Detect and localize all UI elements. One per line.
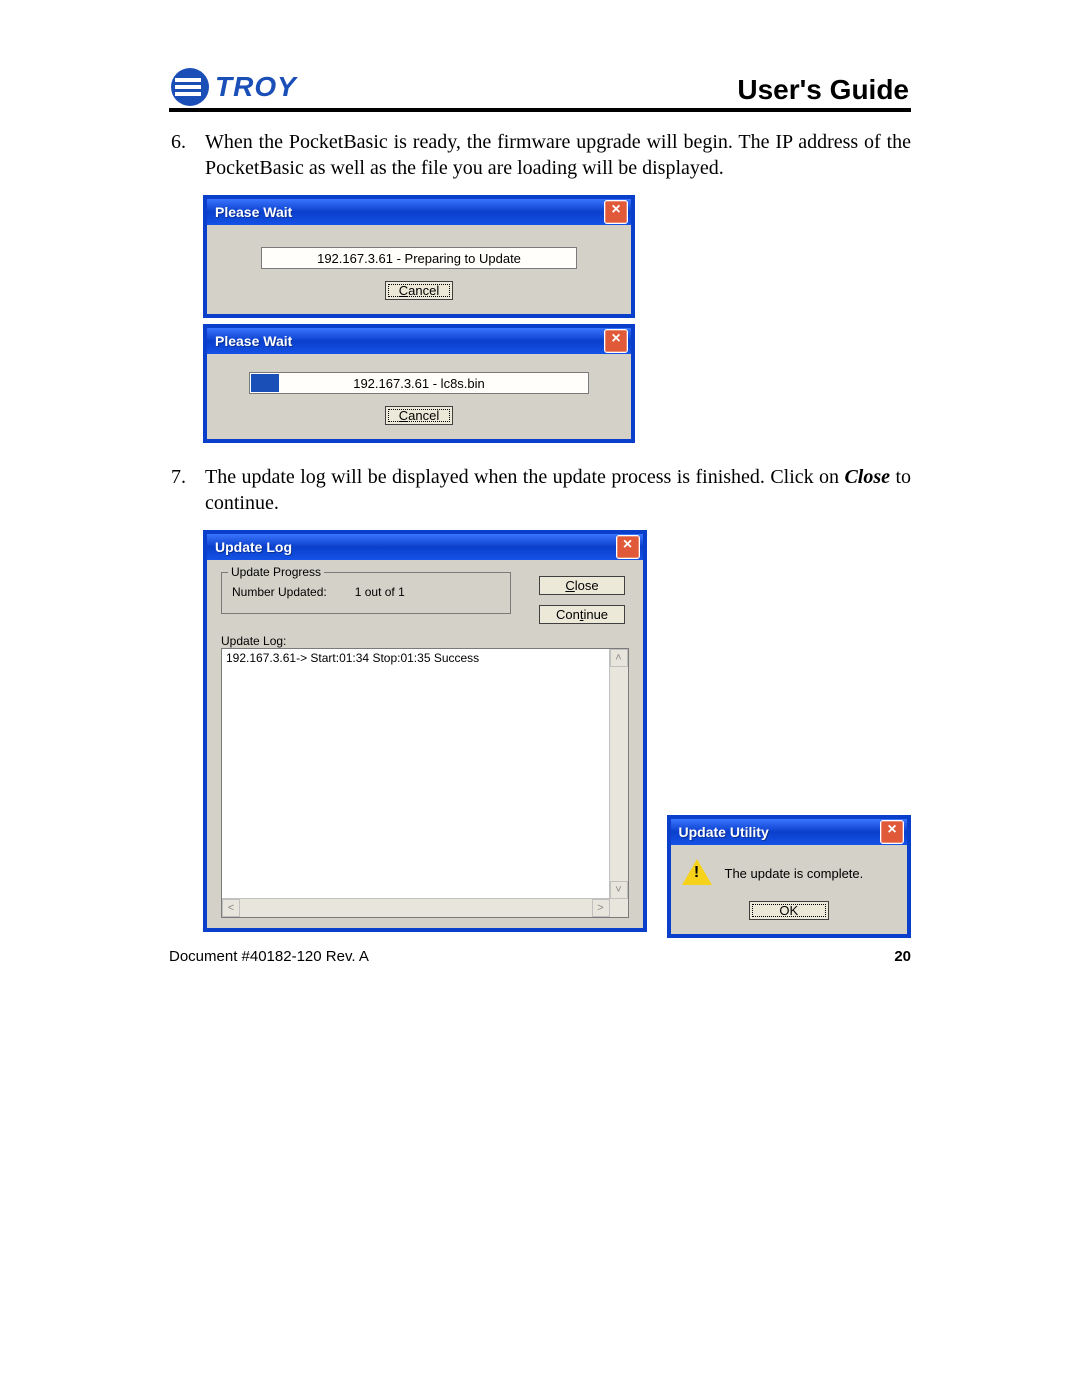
update-log-dialog: Update Log × Update Progress Number Upda… (203, 530, 647, 932)
warning-icon: ! (683, 859, 711, 887)
header-divider (169, 108, 911, 112)
logo-icon (171, 68, 209, 106)
cancel-button[interactable]: Cancel (385, 406, 453, 425)
dialog-title: Update Log (215, 539, 292, 555)
log-line: 192.167.3.61-> Start:01:34 Stop:01:35 Su… (226, 651, 479, 665)
dialog-title: Please Wait (215, 204, 292, 220)
please-wait-dialog-1: Please Wait × 192.167.3.61 - Preparing t… (203, 195, 635, 318)
progress-status: 192.167.3.61 - Preparing to Update (262, 251, 576, 266)
scroll-left-icon[interactable]: ˂ (222, 899, 240, 917)
number-updated-label: Number Updated: (232, 585, 327, 599)
brand-logo: TROY (171, 68, 297, 106)
step-6-number: 6. (169, 130, 205, 181)
please-wait-dialog-2: Please Wait × 192.167.3.61 - lc8s.bin Ca… (203, 324, 635, 443)
continue-button[interactable]: Continue (539, 605, 625, 624)
ok-button[interactable]: OK (749, 901, 829, 920)
close-icon[interactable]: × (616, 535, 640, 559)
step-6-text: When the PocketBasic is ready, the firmw… (205, 130, 911, 181)
scroll-right-icon[interactable]: ˃ (592, 899, 610, 917)
footer-page-number: 20 (894, 948, 911, 965)
cancel-label: ancel (408, 283, 439, 298)
cancel-button[interactable]: Cancel (385, 281, 453, 300)
update-log-textarea[interactable]: 192.167.3.61-> Start:01:34 Stop:01:35 Su… (221, 648, 629, 918)
step-7-text: The update log will be displayed when th… (205, 465, 911, 516)
scrollbar-vertical[interactable]: ˄ ˅ (609, 649, 628, 899)
brand-name: TROY (215, 71, 297, 103)
close-icon[interactable]: × (604, 329, 628, 353)
update-utility-dialog: Update Utility × ! The update is complet… (667, 815, 911, 938)
close-button[interactable]: Close (539, 576, 625, 595)
update-complete-message: The update is complete. (725, 866, 864, 881)
scroll-down-icon[interactable]: ˅ (610, 881, 628, 899)
dialog-title: Please Wait (215, 333, 292, 349)
close-icon[interactable]: × (604, 200, 628, 224)
footer-doc-id: Document #40182-120 Rev. A (169, 948, 369, 965)
update-log-label: Update Log: (221, 634, 629, 648)
close-icon[interactable]: × (880, 820, 904, 844)
cancel-label: ancel (408, 408, 439, 423)
update-progress-label: Update Progress (228, 565, 324, 579)
scrollbar-horizontal[interactable]: ˂ ˃ (222, 898, 628, 917)
dialog-title: Update Utility (679, 824, 769, 840)
progress-status: 192.167.3.61 - lc8s.bin (250, 376, 588, 391)
page-title: User's Guide (737, 74, 909, 106)
number-updated-value: 1 out of 1 (355, 585, 405, 599)
step-7-number: 7. (169, 465, 205, 516)
scroll-up-icon[interactable]: ˄ (610, 649, 628, 667)
